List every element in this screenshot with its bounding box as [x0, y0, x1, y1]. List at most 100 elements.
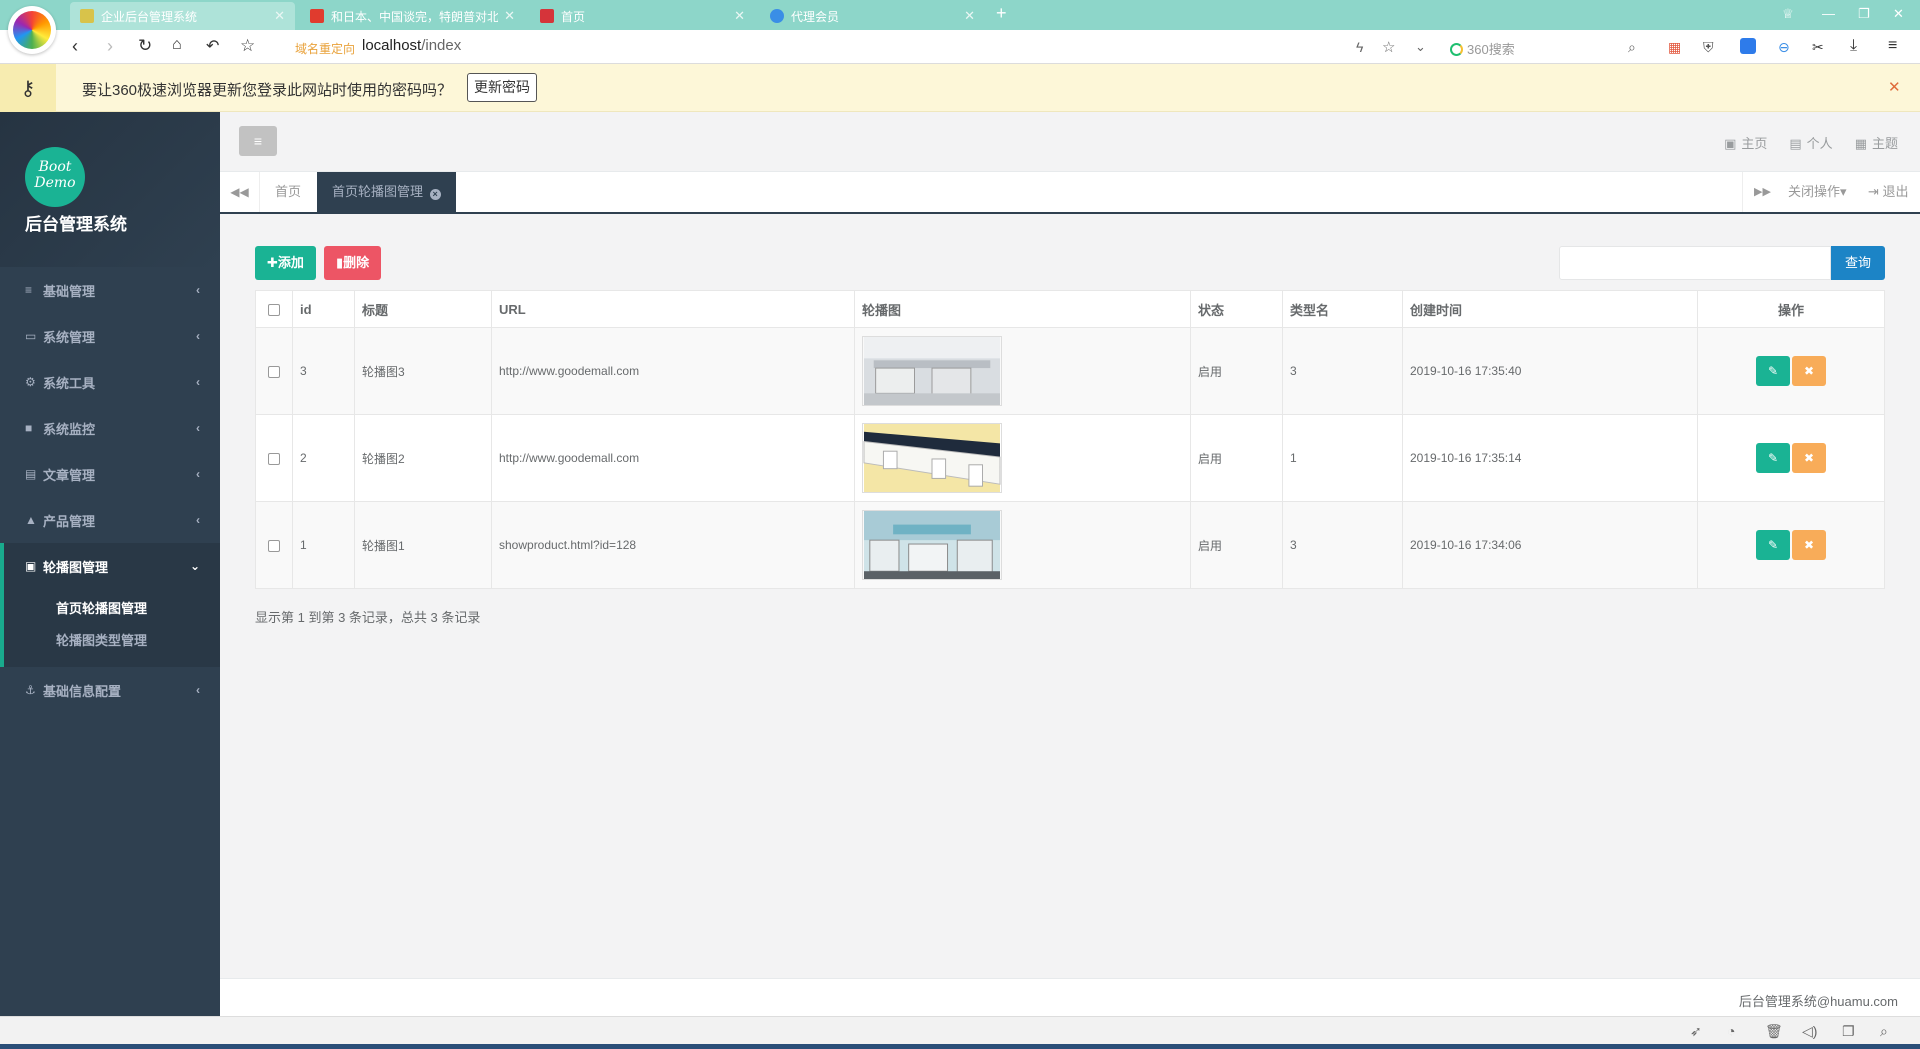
tabs-scroll-left-icon[interactable]: ◀◀: [220, 172, 260, 212]
sidebar-item-base-config[interactable]: ⚓ 基础信息配置 ‹: [0, 667, 220, 713]
edit-button[interactable]: ✎: [1756, 356, 1790, 386]
search-icon[interactable]: ⌕: [1628, 39, 1636, 56]
browser-tab[interactable]: 首页 ✕: [530, 2, 755, 30]
restore-icon[interactable]: ❐: [1858, 6, 1870, 22]
carousel-thumbnail[interactable]: [862, 336, 1002, 406]
volume-icon[interactable]: ◁): [1802, 1023, 1817, 1040]
query-button[interactable]: 查询: [1831, 246, 1885, 280]
url-field[interactable]: localhost/index: [362, 37, 461, 54]
menu-toggle-button[interactable]: ≡: [239, 126, 277, 156]
close-tab-icon[interactable]: ✕: [734, 8, 745, 24]
top-link-theme[interactable]: ▦ 主题: [1855, 133, 1898, 152]
sidebar-item-products[interactable]: ▲ 产品管理 ‹: [0, 497, 220, 543]
browser-tab[interactable]: 代理会员 ✕: [760, 2, 985, 30]
download-icon[interactable]: ⤓: [1850, 37, 1857, 55]
favicon-icon: [540, 9, 554, 23]
new-tab-button[interactable]: +: [996, 3, 1007, 24]
sidebar-item-system[interactable]: ▭ 系统管理 ‹: [0, 313, 220, 359]
close-window-icon[interactable]: ✕: [1893, 6, 1904, 22]
column-header[interactable]: 类型名: [1282, 290, 1403, 328]
lightning-icon[interactable]: ϟ: [1356, 39, 1363, 55]
top-links: ▣ 主页 ▤ 个人 ▦ 主题: [1724, 133, 1898, 152]
close-tab-icon[interactable]: ✕: [504, 8, 515, 24]
password-message: 要让360极速浏览器更新您登录此网站时使用的密码吗？: [82, 82, 453, 99]
table-row: 1 轮播图1 showproduct.html?id=128 启用 3 2019…: [255, 501, 1885, 589]
cell-image: [854, 501, 1191, 589]
close-bar-icon[interactable]: ✕: [1888, 78, 1901, 96]
shirt-icon[interactable]: ♕: [1782, 6, 1794, 22]
row-checkbox[interactable]: [268, 539, 280, 552]
star-icon[interactable]: ☆: [240, 36, 255, 56]
dropdown-chevron-icon[interactable]: ⌄: [1415, 39, 1426, 55]
tab-home[interactable]: 首页: [260, 172, 316, 212]
search-input[interactable]: [1559, 246, 1831, 280]
delete-button[interactable]: ▮删除: [324, 246, 382, 280]
close-operations-dropdown[interactable]: 关闭操作▾: [1788, 172, 1847, 212]
column-header[interactable]: URL: [491, 290, 855, 328]
scissors-icon[interactable]: ✂: [1812, 39, 1824, 56]
speed-icon[interactable]: ◔: [1727, 1023, 1735, 1039]
sidebar-subitem-home-carousel[interactable]: 首页轮播图管理: [4, 593, 220, 625]
edit-button[interactable]: ✎: [1756, 443, 1790, 473]
extension-icon[interactable]: [1740, 38, 1756, 54]
top-link-profile[interactable]: ▤ 个人: [1789, 133, 1832, 152]
search-input[interactable]: 360搜索: [1450, 39, 1515, 58]
close-tab-icon[interactable]: ×: [429, 189, 441, 200]
browser-logo-icon[interactable]: [8, 6, 56, 54]
gear-icon: ⚙: [25, 375, 36, 389]
sidebar-item-monitor[interactable]: ■ 系统监控 ‹: [0, 405, 220, 451]
cell-title: 轮播图3: [354, 327, 492, 415]
row-checkbox[interactable]: [268, 452, 280, 465]
logout-button[interactable]: ⇥ 退出: [1868, 172, 1909, 212]
update-password-button[interactable]: 更新密码: [467, 73, 537, 102]
remove-button[interactable]: ✖: [1792, 356, 1826, 386]
column-header[interactable]: 创建时间: [1402, 290, 1698, 328]
apps-icon[interactable]: ▦: [1668, 39, 1681, 56]
list-icon: ≡: [25, 283, 33, 297]
close-tab-icon[interactable]: ✕: [274, 8, 285, 24]
top-link-home[interactable]: ▣ 主页: [1724, 133, 1767, 152]
sidebar-item-basic[interactable]: ≡ 基础管理 ‹: [0, 267, 220, 313]
close-tab-icon[interactable]: ✕: [964, 8, 975, 24]
column-header[interactable]: 状态: [1190, 290, 1283, 328]
carousel-thumbnail[interactable]: [862, 423, 1002, 493]
sidebar-subitem-carousel-types[interactable]: 轮播图类型管理: [4, 625, 220, 657]
browser-tab-bar: 企业后台管理系统 ✕ 和日本、中国谈完，特朗普对北… ✕ 首页 ✕ 代理会员 ✕…: [0, 0, 1920, 30]
shield-icon[interactable]: ⛨: [1703, 39, 1714, 56]
table-row: 2 轮播图2 http://www.goodemall.com 启用 1 201…: [255, 414, 1885, 502]
sidebar-item-tools[interactable]: ⚙ 系统工具 ‹: [0, 359, 220, 405]
remove-button[interactable]: ✖: [1792, 443, 1826, 473]
home-icon[interactable]: ⌂: [172, 36, 182, 54]
tab-home-carousel[interactable]: 首页轮播图管理 ×: [317, 172, 456, 212]
browser-tab-active[interactable]: 企业后台管理系统 ✕: [70, 2, 295, 30]
translate-icon[interactable]: ⊖: [1778, 39, 1790, 56]
sidebar-item-carousel[interactable]: ▣ 轮播图管理 ⌄: [0, 543, 220, 589]
tabs-scroll-right-icon[interactable]: ▶▶: [1742, 172, 1782, 212]
chevron-left-icon: ‹: [196, 421, 200, 435]
column-header[interactable]: 轮播图: [854, 290, 1191, 328]
browser-tab[interactable]: 和日本、中国谈完，特朗普对北… ✕: [300, 2, 525, 30]
window-icon[interactable]: ❐: [1842, 1023, 1855, 1040]
carousel-thumbnail[interactable]: [862, 510, 1002, 580]
column-header[interactable]: id: [292, 290, 355, 328]
edit-button[interactable]: ✎: [1756, 530, 1790, 560]
rocket-icon[interactable]: ➶: [1690, 1023, 1702, 1040]
remove-button[interactable]: ✖: [1792, 530, 1826, 560]
trash-icon[interactable]: 🗑: [1765, 1023, 1783, 1040]
address-bar: ‹ › ↻ ⌂ ↶ ☆ 域名重定向 localhost/index ϟ ☆ ⌄ …: [0, 30, 1920, 64]
favicon-icon: [770, 9, 784, 23]
column-header[interactable]: 标题: [354, 290, 492, 328]
row-checkbox[interactable]: [268, 365, 280, 378]
reload-icon[interactable]: ↻: [138, 36, 152, 56]
chevron-left-icon: ‹: [196, 683, 200, 697]
bookmark-star-icon[interactable]: ☆: [1382, 38, 1395, 56]
zoom-icon[interactable]: ⌕: [1880, 1023, 1888, 1040]
select-all-checkbox[interactable]: [268, 304, 280, 317]
minimize-icon[interactable]: —: [1822, 6, 1835, 21]
sidebar-item-articles[interactable]: ▤ 文章管理 ‹: [0, 451, 220, 497]
back-icon[interactable]: ‹: [72, 36, 78, 57]
undo-icon[interactable]: ↶: [206, 36, 219, 56]
forward-icon[interactable]: ›: [107, 36, 113, 57]
add-button[interactable]: ✚添加: [255, 246, 316, 280]
menu-icon[interactable]: ≡: [1888, 37, 1897, 55]
